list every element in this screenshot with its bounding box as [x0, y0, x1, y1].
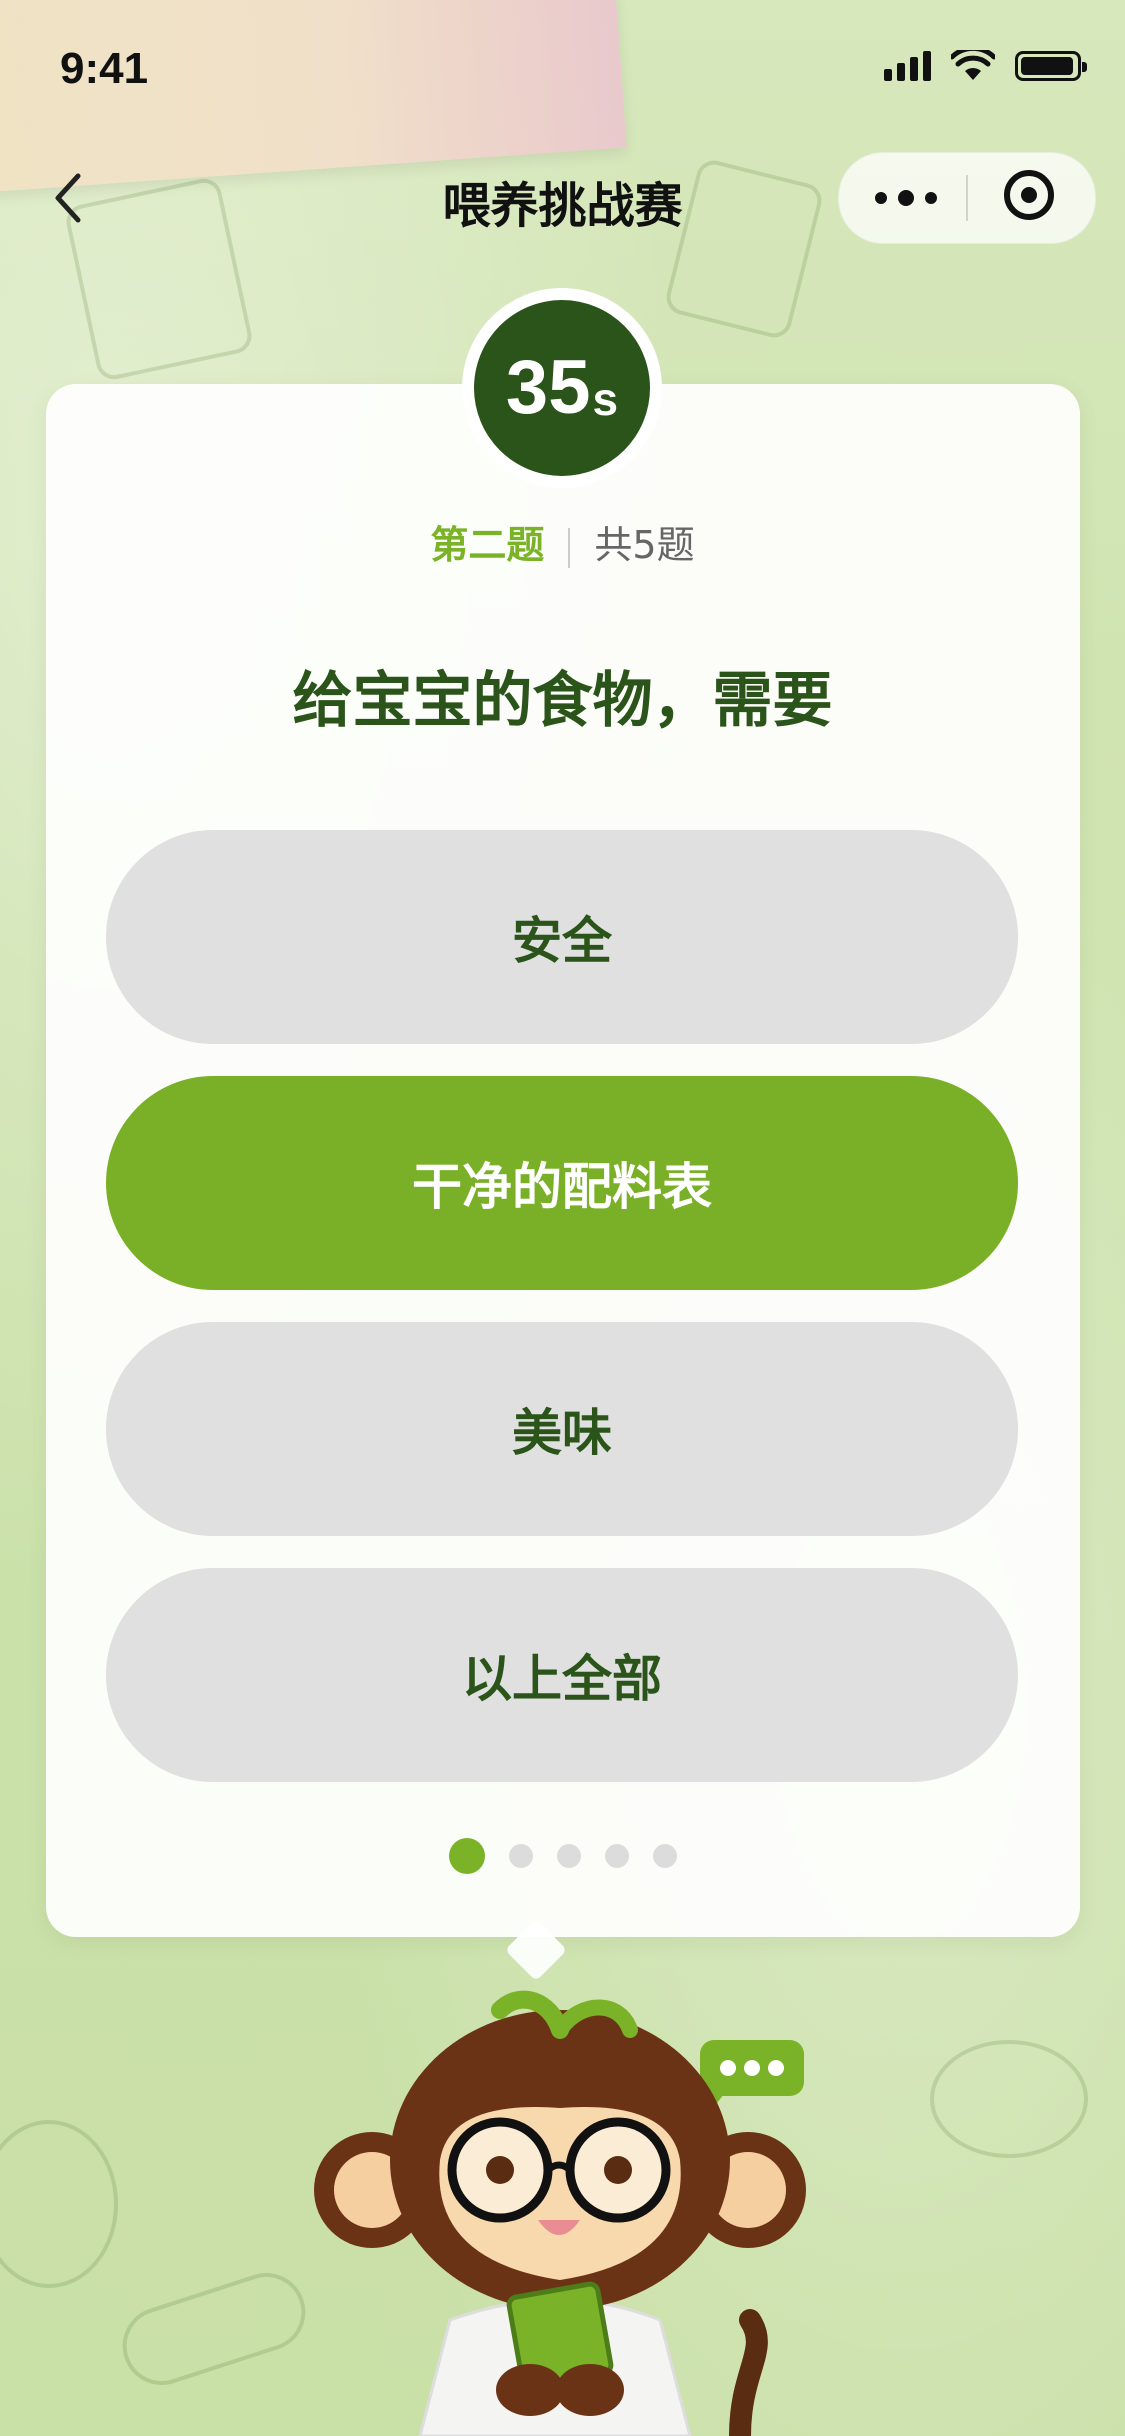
option-label: 美味 — [512, 1404, 612, 1462]
target-close-icon[interactable] — [1004, 170, 1054, 220]
option-button-4[interactable]: 以上全部 — [106, 1568, 1018, 1782]
wifi-icon — [951, 50, 995, 80]
mini-program-capsule — [838, 152, 1096, 244]
option-label: 安全 — [512, 912, 612, 970]
battery-icon — [1015, 51, 1087, 81]
pagination-dots — [0, 1838, 1125, 1874]
option-label: 以上全部 — [462, 1650, 662, 1708]
doodle-bowl — [930, 2040, 1088, 2158]
cellular-signal-icon — [884, 51, 931, 81]
question-text: 给宝宝的食物，需要 — [292, 666, 833, 736]
progress-divider — [568, 527, 571, 568]
status-time: 9:41 — [60, 44, 149, 93]
option-button-2[interactable]: 干净的配料表 — [106, 1076, 1018, 1290]
pagination-dot — [652, 1844, 677, 1868]
more-dots-icon[interactable] — [875, 181, 937, 215]
monkey-mascot — [314, 1990, 806, 2436]
current-question-label: 第二题 — [430, 523, 545, 567]
total-questions-label: 共5题 — [594, 523, 695, 567]
pagination-dot — [508, 1844, 533, 1868]
question-progress: 第二题 共5题 — [0, 514, 1125, 569]
capsule-divider — [966, 175, 968, 221]
pagination-dot — [604, 1844, 629, 1868]
timer-value: 35 — [505, 345, 591, 430]
option-button-3[interactable]: 美味 — [106, 1322, 1018, 1536]
timer-unit: s — [592, 373, 619, 425]
status-icons — [884, 50, 1087, 82]
pagination-dot — [556, 1844, 581, 1868]
status-bar: 9:41 — [0, 0, 1125, 140]
countdown-timer: 35 s — [462, 288, 662, 488]
option-button-1[interactable]: 安全 — [106, 830, 1018, 1044]
pagination-dot — [448, 1838, 485, 1874]
option-label: 干净的配料表 — [412, 1158, 712, 1216]
